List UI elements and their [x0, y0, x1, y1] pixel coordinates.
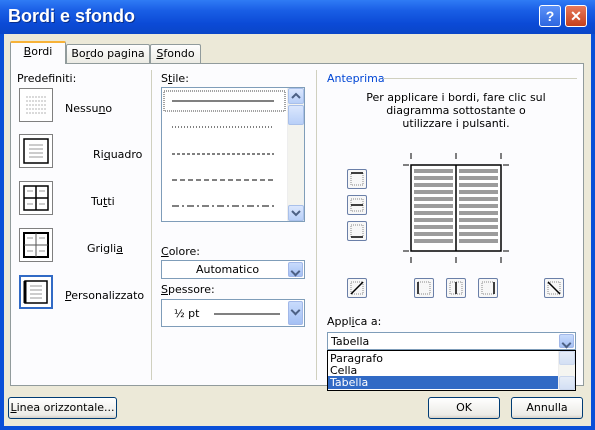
instruction-line: Per applicare i bordi, fare clic sul [366, 91, 546, 104]
style-scrollbar[interactable] [287, 88, 304, 221]
tab-sfondo[interactable]: Sfondo [150, 44, 201, 63]
style-listbox[interactable] [161, 87, 305, 222]
apply-to-dropdown[interactable]: Tabella [327, 332, 576, 350]
preset-all-icon[interactable] [19, 181, 53, 215]
preview-title-line [383, 78, 577, 79]
scroll-down-button[interactable] [559, 376, 575, 390]
preview-instructions: Per applicare i bordi, fare clic sul dia… [351, 91, 561, 130]
inside-horizontal-border-button[interactable] [347, 195, 367, 215]
width-dropdown[interactable]: ½ pt [161, 299, 305, 327]
top-border-button[interactable] [347, 169, 367, 189]
chevron-down-icon[interactable] [288, 262, 303, 277]
preset-all-label: Tutti [91, 195, 115, 208]
color-dropdown[interactable]: Automatico [161, 260, 305, 279]
preset-none-icon[interactable] [19, 88, 53, 122]
instruction-line: utilizzare i pulsanti. [402, 117, 510, 130]
scroll-up-button[interactable] [288, 88, 304, 104]
title-bar[interactable]: Bordi e sfondo ? ✕ [0, 0, 595, 34]
preset-grid-icon[interactable] [19, 228, 53, 262]
bottom-border-button[interactable] [347, 221, 367, 241]
inside-vertical-border-button[interactable] [446, 278, 466, 298]
preview-diagram[interactable] [391, 153, 521, 263]
right-border-button[interactable] [478, 278, 498, 298]
tab-bordi[interactable]: Bordi [10, 41, 66, 64]
apply-to-value: Tabella [331, 335, 370, 348]
cancel-button[interactable]: Annulla [511, 397, 583, 419]
window-title: Bordi e sfondo [8, 6, 135, 26]
scroll-up-button[interactable] [559, 351, 575, 365]
style-label: Stile: [161, 72, 189, 85]
column-divider [151, 70, 152, 380]
chevron-down-icon[interactable] [559, 334, 574, 348]
color-value: Automatico [196, 263, 260, 276]
tab-label-pre: Bo [71, 47, 86, 60]
preset-custom-icon[interactable] [19, 275, 53, 309]
color-label: Colore: [161, 245, 200, 258]
close-button[interactable]: ✕ [565, 5, 587, 27]
diagonal-up-border-button[interactable] [347, 278, 367, 298]
preview-title: Anteprima [327, 72, 385, 85]
apply-to-label: Applica a: [327, 315, 382, 328]
width-value: ½ pt [174, 307, 200, 320]
preset-box-label: Riquadro [93, 148, 143, 161]
preset-custom-label: Personalizzato [65, 289, 145, 302]
column-divider [316, 70, 317, 380]
help-button[interactable]: ? [539, 5, 561, 27]
presets-label: Predefiniti: [17, 72, 77, 85]
scroll-down-button[interactable] [288, 205, 304, 221]
instruction-line: diagramma sottostante o [386, 104, 526, 117]
diagonal-down-border-button[interactable] [544, 278, 564, 298]
width-label: Spessore: [161, 283, 215, 296]
apply-to-options-list[interactable]: Paragrafo Cella Tabella [327, 350, 576, 391]
tab-label-post: fondo [163, 47, 195, 60]
tab-panel-bordi: Predefiniti: Nessuno Riquadro Tutti Grig… [10, 63, 584, 391]
tab-label-post: ordi [31, 45, 53, 58]
scroll-thumb[interactable] [288, 105, 304, 125]
ok-button[interactable]: OK [428, 397, 500, 419]
preset-box-icon[interactable] [19, 134, 53, 168]
dialog-client: Bordi Bordo pagina Sfondo Predefiniti: N… [4, 34, 591, 426]
left-border-button[interactable] [414, 278, 434, 298]
options-scrollbar[interactable] [558, 351, 575, 390]
horizontal-line-button[interactable]: Linea orizzontale... [8, 397, 117, 419]
dialog-window: Bordi e sfondo ? ✕ Bordi Bordo pagina Sf… [0, 0, 595, 430]
apply-option-selected[interactable]: Tabella [328, 376, 558, 389]
tab-label-post: do pagina [89, 47, 145, 60]
chevron-down-icon[interactable] [288, 301, 303, 325]
preset-none-label: Nessuno [65, 102, 113, 115]
tab-bordo-pagina[interactable]: Bordo pagina [66, 44, 150, 63]
preset-grid-label: Griglia [87, 242, 123, 255]
